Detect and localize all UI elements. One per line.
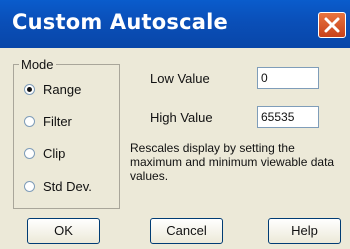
- high-value-input[interactable]: [257, 106, 319, 128]
- cancel-button[interactable]: Cancel: [150, 218, 223, 244]
- high-value-label: High Value: [150, 110, 213, 125]
- radio-label: Range: [43, 82, 82, 97]
- close-icon: [324, 17, 340, 33]
- radio-button[interactable]: [24, 148, 35, 159]
- radio-label: Std Dev.: [43, 179, 92, 194]
- help-button[interactable]: Help: [268, 218, 341, 244]
- radio-button[interactable]: [24, 181, 35, 192]
- close-button[interactable]: [318, 12, 346, 38]
- dialog-title: Custom Autoscale: [12, 10, 228, 34]
- radio-button[interactable]: [24, 116, 35, 127]
- description-text: Rescales display by setting the maximum …: [130, 141, 335, 183]
- radio-label: Clip: [43, 146, 66, 161]
- low-value-input[interactable]: [257, 67, 319, 89]
- radio-label: Filter: [43, 114, 72, 129]
- ok-button[interactable]: OK: [27, 218, 100, 244]
- title-bar: Custom Autoscale: [0, 0, 350, 48]
- custom-autoscale-dialog: Custom Autoscale Mode Range Filter Clip …: [0, 0, 350, 249]
- radio-button[interactable]: [24, 84, 35, 95]
- mode-group-legend: Mode: [19, 57, 56, 72]
- low-value-label: Low Value: [150, 71, 210, 86]
